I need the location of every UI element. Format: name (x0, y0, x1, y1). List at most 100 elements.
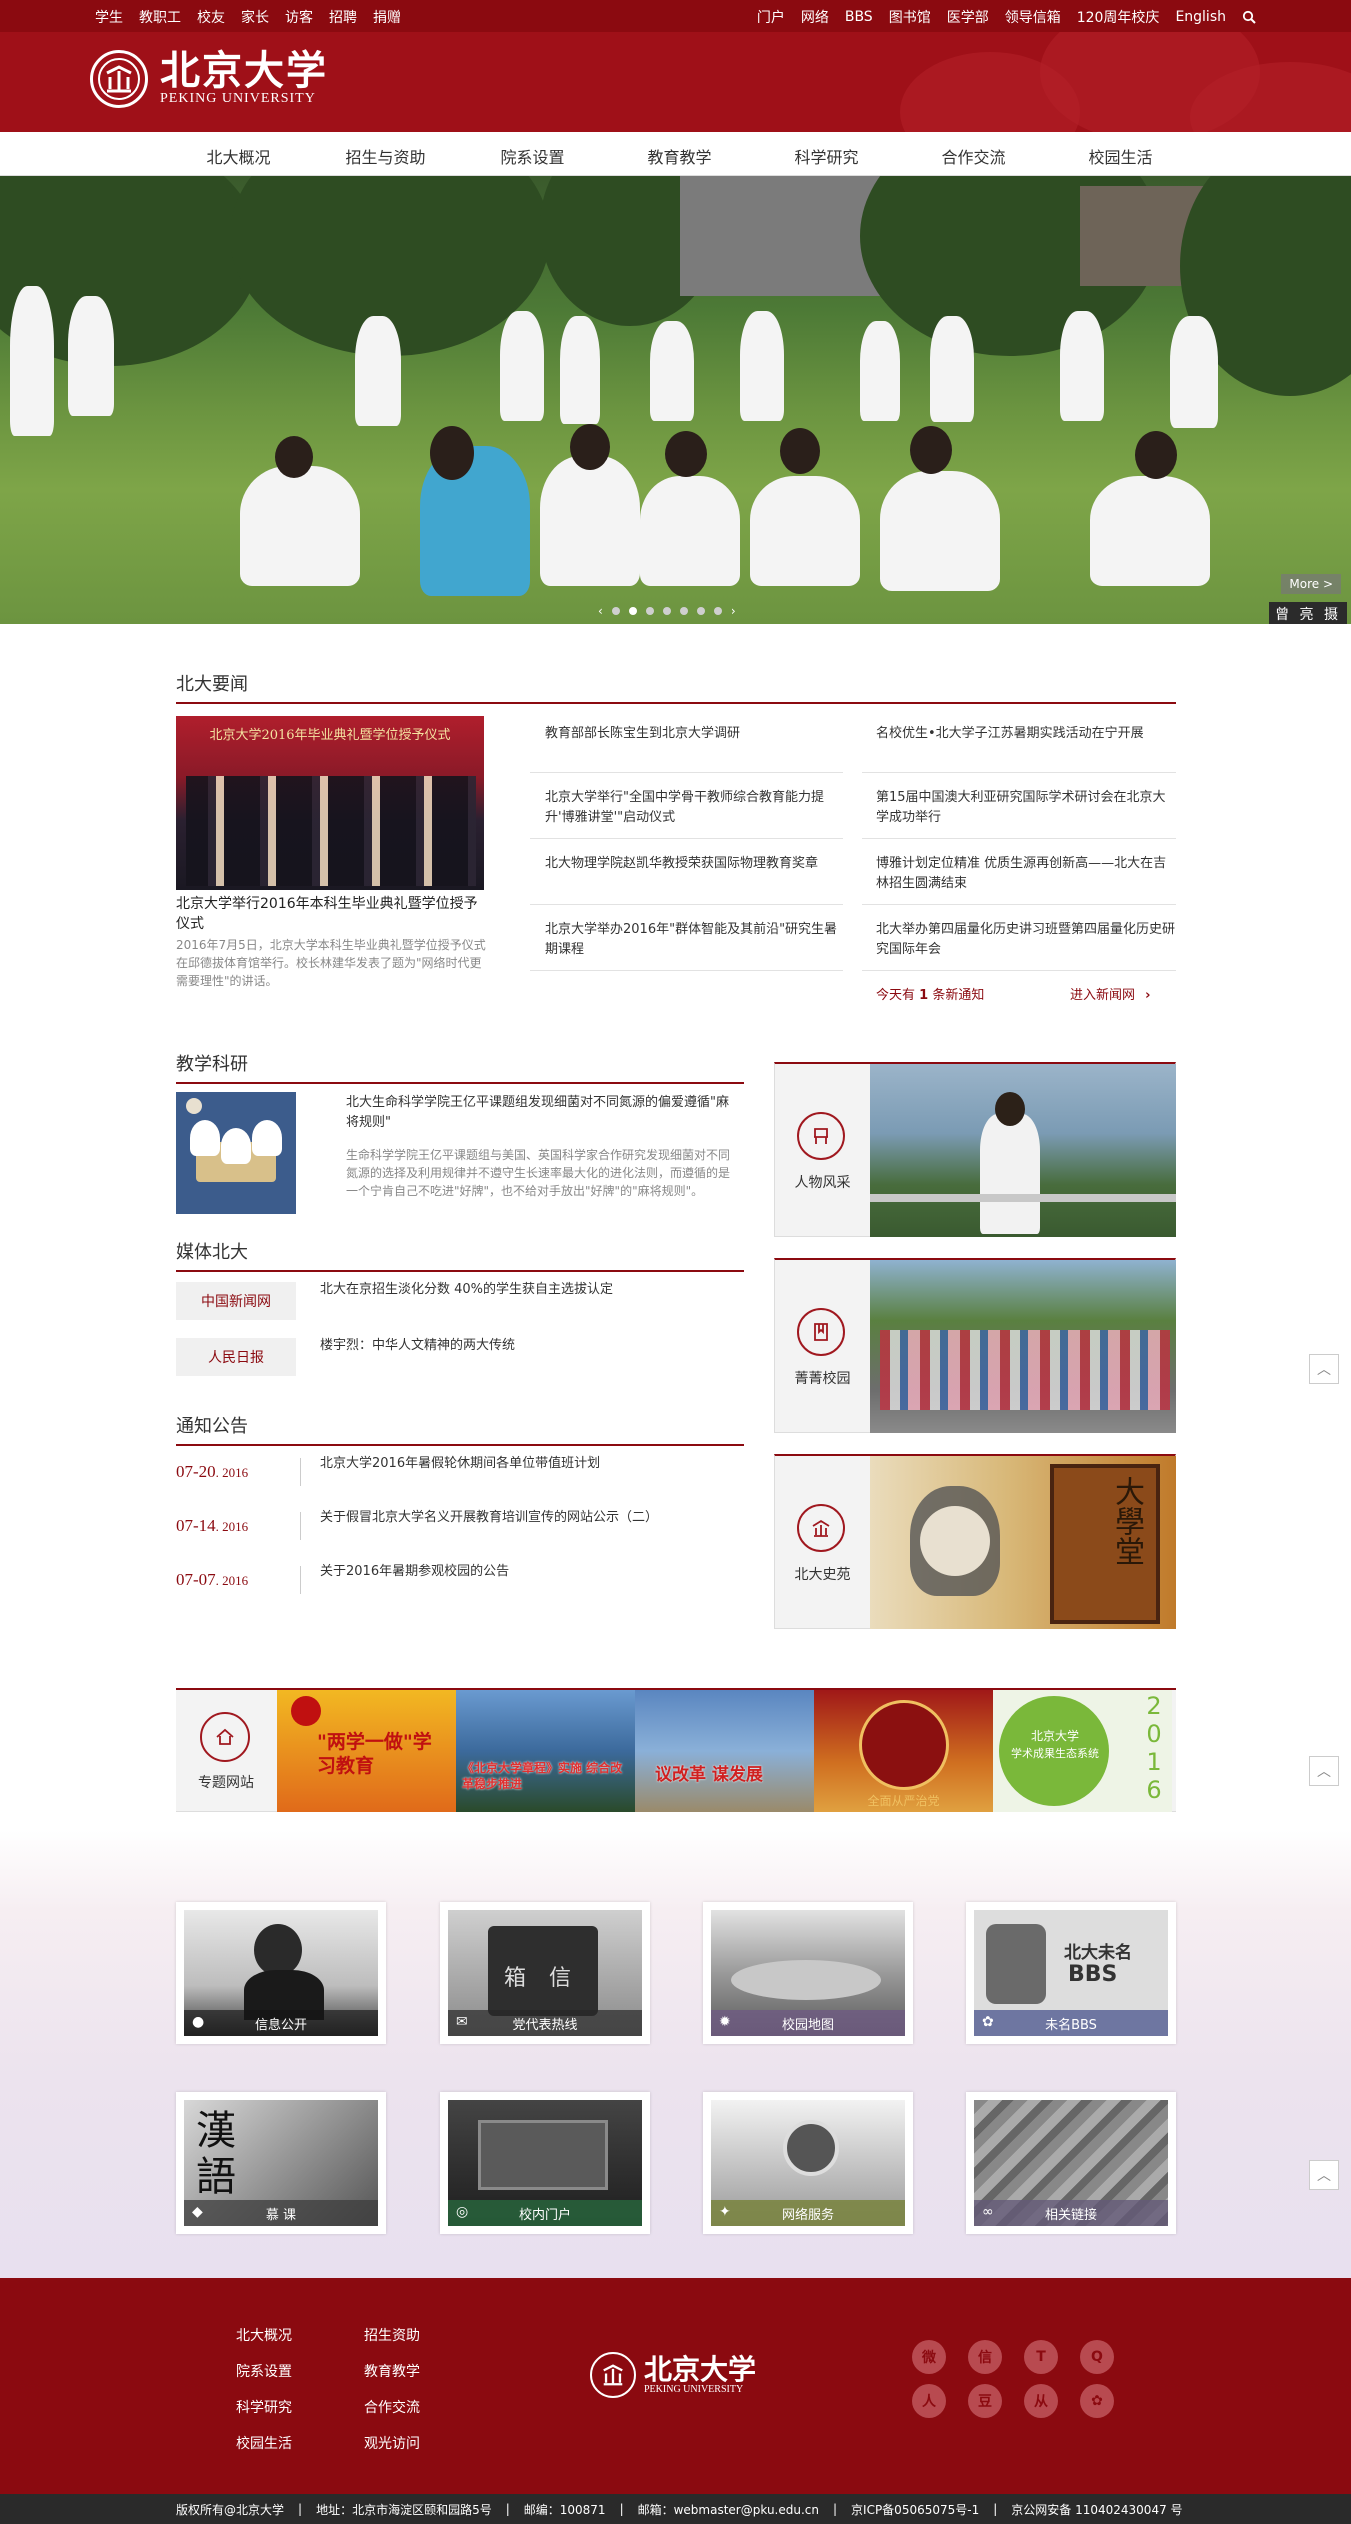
search-icon[interactable] (1242, 10, 1256, 24)
link-library[interactable]: 图书馆 (889, 7, 931, 27)
footer-link[interactable]: 校园生活 (236, 2426, 292, 2462)
link-anniversary[interactable]: 120周年校庆 (1077, 7, 1160, 27)
bell-icon: ◆ (192, 2204, 203, 2220)
nav-campus-life[interactable]: 校园生活 (1047, 144, 1194, 168)
topic-banner-2[interactable]: 《北京大学章程》实施 综合改革稳步推进 (456, 1690, 635, 1812)
link-mailbox[interactable]: 领导信箱 (1005, 7, 1061, 27)
hero-banner[interactable]: ‹ › More > 曾 亮 摄 (0, 176, 1351, 624)
carousel-dot[interactable] (662, 607, 671, 615)
wechat-icon[interactable]: 信 (968, 2340, 1002, 2374)
weibo-icon[interactable]: 微 (912, 2340, 946, 2374)
notice-item[interactable]: 北京大学2016年暑假轮休期间各单位带值班计划 (320, 1454, 740, 1474)
people-icon[interactable]: 从 (1024, 2384, 1058, 2418)
nav-overview[interactable]: 北大概况 (165, 144, 312, 168)
card-campus[interactable]: 菁菁校园 (774, 1258, 1176, 1433)
news-item[interactable]: 博雅计划定位精准 优质生源再创新高——北大在吉林招生圆满结束 (876, 854, 1176, 894)
police-record-text[interactable]: 京公网安备 110402430047 号 (1011, 2501, 1182, 2518)
footer-link[interactable]: 科学研究 (236, 2390, 292, 2426)
service-party-hotline[interactable]: 箱 信 ✉ 党代表热线 (440, 1902, 650, 2044)
footer-link[interactable]: 院系设置 (236, 2354, 292, 2390)
service-campus-map[interactable]: ✹ 校园地图 (703, 1902, 913, 2044)
service-network[interactable]: ✦ 网络服务 (703, 2092, 913, 2234)
feature-headline[interactable]: 北京大学举行2016年本科生毕业典礼暨学位授予仪式 (176, 894, 486, 934)
feature-news-image[interactable]: 北京大学2016年毕业典礼暨学位授予仪式 (176, 716, 484, 890)
card-people[interactable]: 人物风采 (774, 1062, 1176, 1237)
carousel-dot[interactable] (645, 607, 654, 615)
qq-icon[interactable]: Q (1080, 2340, 1114, 2374)
link-jobs[interactable]: 招聘 (329, 7, 357, 27)
scroll-up-button[interactable]: ︿ (1309, 1756, 1339, 1786)
link-bbs[interactable]: BBS (845, 9, 873, 25)
link-students[interactable]: 学生 (95, 7, 123, 27)
news-item[interactable]: 北大物理学院赵凯华教授荣获国际物理教育奖章 (545, 854, 845, 874)
service-bbs[interactable]: 北大未名 BBS ✿ 未名BBS (966, 1902, 1176, 2044)
douban-icon[interactable]: 豆 (968, 2384, 1002, 2418)
next-arrow-icon[interactable]: › (731, 604, 736, 618)
carousel-dot[interactable] (628, 607, 637, 615)
email-text[interactable]: 邮箱：webmaster@pku.edu.cn (638, 2501, 819, 2518)
media-item[interactable]: 北大在京招生淡化分数 40%的学生获自主选拔认定 (320, 1280, 740, 1300)
news-item[interactable]: 教育部部长陈宝生到北京大学调研 (545, 724, 845, 744)
news-item[interactable]: 北京大学举行"全国中学骨干教师综合教育能力提升'博雅讲堂'"启动仪式 (545, 788, 845, 828)
clover-icon[interactable]: ✿ (1080, 2384, 1114, 2418)
footer-link[interactable]: 招生资助 (364, 2318, 420, 2354)
link-alumni[interactable]: 校友 (197, 7, 225, 27)
scroll-up-button[interactable]: ︿ (1309, 2160, 1339, 2190)
link-parents[interactable]: 家长 (241, 7, 269, 27)
nav-departments[interactable]: 院系设置 (459, 144, 606, 168)
service-mooc[interactable]: 漢語 ◆ 慕 课 (176, 2092, 386, 2234)
news-item[interactable]: 名校优生•北大学子江苏暑期实践活动在宁开展 (876, 724, 1176, 744)
topic-banner-5[interactable]: 北京大学 学术成果生态系统 2016 (993, 1690, 1172, 1812)
link-medical[interactable]: 医学部 (947, 7, 989, 27)
footer-link[interactable]: 观光访问 (364, 2426, 420, 2462)
link-visitors[interactable]: 访客 (285, 7, 313, 27)
research-headline[interactable]: 北大生命科学学院王亿平课题组发现细菌对不同氮源的偏爱遵循"麻将规则" (346, 1093, 736, 1133)
tencent-weibo-icon[interactable]: T (1024, 2340, 1058, 2374)
service-info-disclosure[interactable]: ● 信息公开 (176, 1902, 386, 2044)
link-portal[interactable]: 门户 (757, 7, 785, 27)
more-button[interactable]: More > (1281, 574, 1341, 594)
notice-date: 07-20. 2016 (176, 1462, 249, 1481)
media-item[interactable]: 楼宇烈：中华人文精神的两大传统 (320, 1336, 740, 1356)
notice-item[interactable]: 关于2016年暑期参观校园的公告 (320, 1562, 740, 1582)
topic-banner-3[interactable]: 议改革 谋发展 (635, 1690, 814, 1812)
carousel-dot[interactable] (713, 607, 722, 615)
nav-research[interactable]: 科学研究 (753, 144, 900, 168)
carousel-dot[interactable] (611, 607, 620, 615)
footer-link[interactable]: 北大概况 (236, 2318, 292, 2354)
media-source-tag[interactable]: 人民日报 (176, 1338, 296, 1376)
link-donate[interactable]: 捐赠 (373, 7, 401, 27)
service-links[interactable]: ∞ 相关链接 (966, 2092, 1176, 2234)
prev-arrow-icon[interactable]: ‹ (598, 604, 603, 618)
nav-cooperation[interactable]: 合作交流 (900, 144, 1047, 168)
enter-news-link[interactable]: 进入新闻网 › (1070, 984, 1151, 1003)
nav-education[interactable]: 教育教学 (606, 144, 753, 168)
service-label-bar: ✉ 党代表热线 (448, 2010, 642, 2036)
new-notice-count[interactable]: 今天有 1 条新通知 (876, 984, 984, 1003)
footer-link[interactable]: 教育教学 (364, 2354, 420, 2390)
nav-admissions[interactable]: 招生与资助 (312, 144, 459, 168)
news-item[interactable]: 北京大学举办2016年"群体智能及其前沿"研究生暑期课程 (545, 920, 845, 960)
link-staff[interactable]: 教职工 (139, 7, 181, 27)
media-divider (176, 1270, 744, 1272)
pku-logo[interactable]: 北京大学 PEKING UNIVERSITY (90, 50, 328, 108)
research-image[interactable] (176, 1092, 296, 1214)
carousel-dot[interactable] (679, 607, 688, 615)
footer-links-col2: 招生资助 教育教学 合作交流 观光访问 (364, 2318, 420, 2462)
link-network[interactable]: 网络 (801, 7, 829, 27)
photo-credit: 曾 亮 摄 (1269, 602, 1347, 624)
icp-text[interactable]: 京ICP备05065075号-1 (851, 2501, 979, 2518)
service-portal[interactable]: ◎ 校内门户 (440, 2092, 650, 2234)
carousel-dot[interactable] (696, 607, 705, 615)
topic-banner-4[interactable]: 全面从严治党 (814, 1690, 993, 1812)
notice-item[interactable]: 关于假冒北京大学名义开展教育培训宣传的网站公示（二） (320, 1508, 740, 1528)
news-item[interactable]: 第15届中国澳大利亚研究国际学术研讨会在北京大学成功举行 (876, 788, 1176, 828)
renren-icon[interactable]: 人 (912, 2384, 946, 2418)
card-history[interactable]: 北大史苑 大學堂 (774, 1454, 1176, 1629)
scroll-up-button[interactable]: ︿ (1309, 1354, 1339, 1384)
link-english[interactable]: English (1175, 9, 1226, 25)
news-item[interactable]: 北大举办第四届量化历史讲习班暨第四届量化历史研究国际年会 (876, 920, 1176, 960)
topic-banner-1[interactable]: "两学一做"学习教育 (277, 1690, 456, 1812)
footer-link[interactable]: 合作交流 (364, 2390, 420, 2426)
media-source-tag[interactable]: 中国新闻网 (176, 1282, 296, 1320)
